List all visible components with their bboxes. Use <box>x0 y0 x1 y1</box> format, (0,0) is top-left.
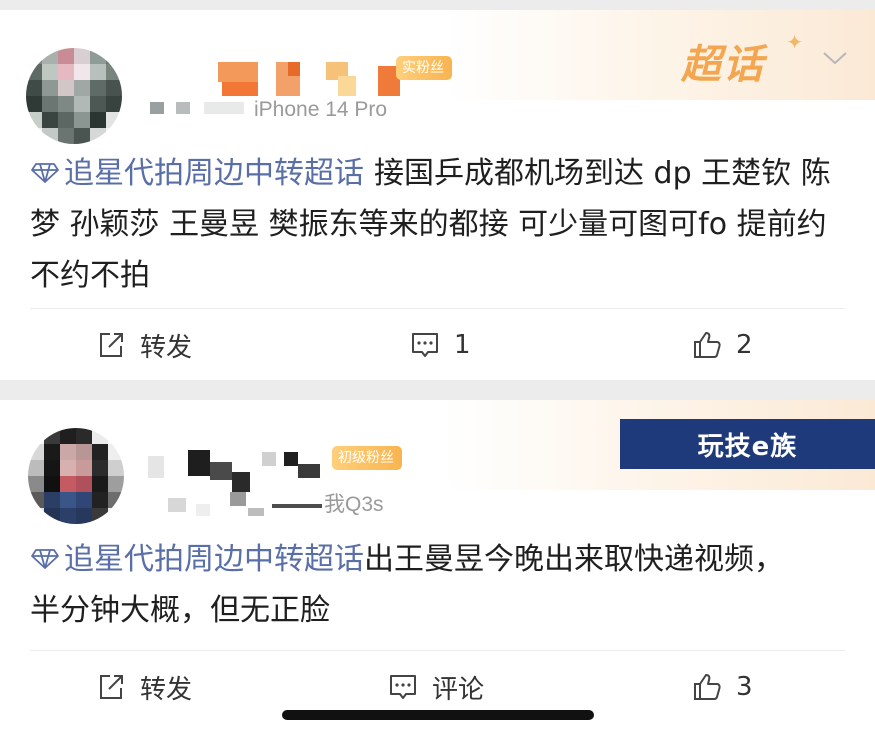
divider <box>30 308 845 309</box>
avatar[interactable] <box>26 48 122 144</box>
device-label: iPhone 14 Pro <box>254 98 388 121</box>
sparkle-icon: ✦ <box>786 30 803 54</box>
fan-level-badge[interactable]: 初级粉丝 <box>332 446 402 470</box>
comment-label: 评论 <box>432 674 485 705</box>
comment-icon <box>390 675 416 699</box>
post-card-1[interactable]: 实粉丝 iPhone 14 Pro 超话 ✦ 追星代拍周边中转超话 接国乒成都机场… <box>0 10 875 380</box>
supertopic-label[interactable]: 超话 <box>681 32 765 90</box>
thumbs-up-icon <box>694 332 721 358</box>
topic-link[interactable]: 追星代拍周边中转超话 <box>30 542 364 577</box>
like-count: 3 <box>736 672 753 702</box>
share-icon <box>100 333 123 357</box>
chevron-down-icon[interactable] <box>821 48 849 68</box>
like-button[interactable]: 3 <box>692 662 753 712</box>
post-body: 追星代拍周边中转超话出王曼昱今晚出来取快递视频，半分钟大概，但无正脸 <box>30 534 810 636</box>
repost-button[interactable]: 转发 <box>96 320 192 370</box>
device-label: 我Q3s <box>324 493 384 516</box>
repost-label: 转发 <box>140 332 193 363</box>
action-bar: 转发 1 2 <box>0 320 875 370</box>
like-count: 2 <box>736 330 753 360</box>
home-indicator[interactable] <box>282 710 594 720</box>
watermark-logo: 玩技e族 <box>620 419 875 469</box>
comment-button[interactable]: 1 <box>410 320 471 370</box>
comment-button[interactable]: 评论 <box>388 662 484 712</box>
avatar[interactable] <box>28 428 124 524</box>
comment-icon <box>412 333 438 357</box>
header-glow <box>445 10 875 100</box>
action-bar: 转发 评论 3 <box>0 662 875 712</box>
post-body: 追星代拍周边中转超话 接国乒成都机场到达 dp 王楚钦 陈梦 孙颖莎 王曼昱 樊振… <box>30 148 850 301</box>
diamond-icon <box>31 549 59 569</box>
diamond-icon <box>31 163 59 183</box>
topic-link[interactable]: 追星代拍周边中转超话 <box>30 156 364 191</box>
fan-level-badge[interactable]: 实粉丝 <box>396 56 452 80</box>
divider <box>30 650 845 651</box>
share-icon <box>100 675 123 699</box>
thumbs-up-icon <box>694 674 721 700</box>
repost-button[interactable]: 转发 <box>96 662 192 712</box>
post-card-2[interactable]: 初级粉丝 我Q3s 玩技e族 追星代拍周边中转超话出王曼昱今晚出来取快递视频，半… <box>0 400 875 736</box>
like-button[interactable]: 2 <box>692 320 753 370</box>
repost-label: 转发 <box>140 674 193 705</box>
comment-count: 1 <box>454 330 471 360</box>
